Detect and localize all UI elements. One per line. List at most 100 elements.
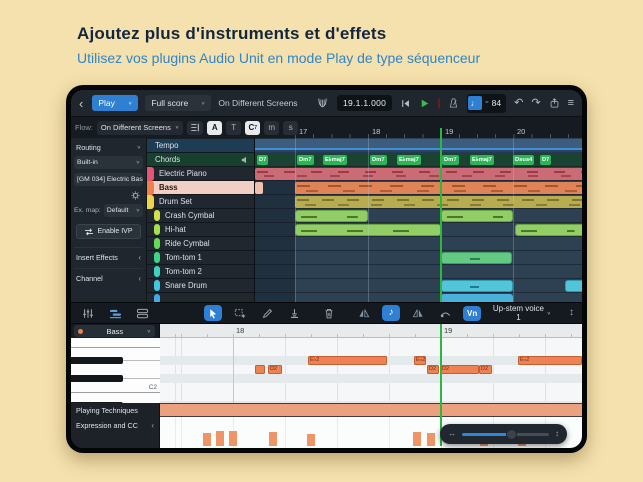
chord-chip[interactable]: Dm7 <box>370 155 387 165</box>
lane-tom-tom-1[interactable] <box>255 251 582 265</box>
velocity-bar[interactable] <box>229 431 237 446</box>
lane-ride-cymbal[interactable] <box>255 237 582 251</box>
track-row-hi-hat[interactable]: Hi-hat <box>147 223 254 237</box>
lane-tempo[interactable] <box>255 139 582 153</box>
region[interactable] <box>295 224 441 236</box>
redo-button[interactable]: ↷ <box>531 98 540 109</box>
playing-techniques-lane[interactable] <box>160 403 582 417</box>
delete-button[interactable] <box>320 305 338 321</box>
lane-chords[interactable]: D7Dm7E♭maj7Dm7E♭maj7Dm7E♭maj7Dsus4D7 <box>255 153 582 167</box>
black-key[interactable] <box>71 375 123 382</box>
expression-header[interactable]: Expression and CC‹ <box>71 417 160 448</box>
lane-tom-tom-2[interactable] <box>255 265 582 279</box>
zoom-slider[interactable] <box>462 433 549 436</box>
region[interactable] <box>565 280 582 292</box>
piano-key[interactable] <box>71 374 160 383</box>
track-row-tom-tom-1[interactable]: Tom-tom 1 <box>147 251 254 265</box>
chord-chip[interactable]: Dm7 <box>297 155 314 165</box>
insert-effects-section[interactable]: Insert Effects‹ <box>74 247 143 266</box>
velocity-bar[interactable] <box>269 432 277 446</box>
notated-durations-button[interactable]: ♪ <box>382 305 400 321</box>
marquee-tool-button[interactable] <box>231 305 249 321</box>
black-key[interactable] <box>71 357 123 364</box>
track-row-tempo[interactable]: Tempo <box>147 139 254 153</box>
chord-chip[interactable]: Dm7 <box>442 155 459 165</box>
midi-note[interactable]: E♭2 <box>308 356 387 365</box>
menu-button[interactable]: ≡ <box>568 98 574 109</box>
midi-note[interactable]: D2 <box>479 365 492 374</box>
midi-note[interactable]: D2 <box>268 365 282 374</box>
key-editor-track-selector[interactable]: Bass ∨ <box>74 325 155 337</box>
piano-key[interactable] <box>71 392 160 401</box>
lane-crash-cymbal[interactable] <box>255 209 582 223</box>
region[interactable] <box>255 168 582 180</box>
lane-bass[interactable] <box>255 181 582 195</box>
mode-selector[interactable]: Play∨ <box>92 95 138 111</box>
tie-tool-button[interactable] <box>436 305 454 321</box>
device-dropdown[interactable]: Built-in∨ <box>74 156 143 169</box>
piano-key[interactable] <box>71 356 160 365</box>
region[interactable] <box>441 210 513 222</box>
piano-key[interactable]: C2 <box>71 383 160 392</box>
velocity-bar[interactable] <box>307 434 315 446</box>
expression-map-dropdown[interactable]: Default∨ <box>104 204 143 217</box>
panel-resize-handle[interactable]: ↕ <box>569 308 574 318</box>
mixer-view-button[interactable] <box>79 305 97 321</box>
tempo-display[interactable]: ♩ = 84 <box>467 94 506 113</box>
track-row-snare-drum[interactable]: Snare Drum <box>147 279 254 293</box>
track-row-tom-tom-2[interactable]: Tom-tom 2 <box>147 265 254 279</box>
speaker-icon[interactable] <box>241 156 249 164</box>
lane-hi-hat[interactable] <box>255 223 582 237</box>
enable-ivp-button[interactable]: Enable IVP <box>76 224 141 239</box>
velocity-bar[interactable] <box>427 433 435 446</box>
select-tool-button[interactable] <box>204 305 222 321</box>
chord-chip[interactable]: D7 <box>540 155 551 165</box>
track-row-drum-set[interactable]: Drum Set <box>147 195 254 209</box>
piano-key[interactable] <box>71 338 160 347</box>
piano-key[interactable] <box>71 365 160 374</box>
velocity-bar[interactable] <box>216 431 224 446</box>
chord-chip[interactable]: E♭maj7 <box>323 155 347 165</box>
patch-dropdown[interactable]: [GM 034] Electric Bass...∨ <box>74 173 143 186</box>
piano-key[interactable] <box>71 347 160 356</box>
midi-note[interactable]: E♭2 <box>518 356 582 365</box>
region[interactable] <box>295 196 582 208</box>
chord-chip[interactable]: Dsus4 <box>513 155 534 165</box>
track-row-chords[interactable]: Chords <box>147 153 254 167</box>
velocity-bar[interactable] <box>413 432 421 446</box>
lane-drum-set[interactable] <box>255 195 582 209</box>
voice-selector[interactable]: Up-stem voice 1∨ <box>490 304 551 322</box>
quarter-note-icon[interactable]: ♩ <box>468 96 482 110</box>
layout-selector[interactable]: Full score∨ <box>145 95 211 111</box>
undo-button[interactable]: ↶ <box>514 98 523 109</box>
midi-note[interactable] <box>255 365 265 374</box>
solo-button[interactable]: s <box>283 121 298 135</box>
track-row-bass[interactable]: Bass <box>147 181 254 195</box>
region[interactable] <box>515 224 582 236</box>
region[interactable] <box>441 294 513 302</box>
zoom-slider-knob[interactable] <box>506 429 517 440</box>
text-toggle[interactable]: T <box>226 121 241 135</box>
piano-roll-view-button[interactable] <box>106 305 124 321</box>
record-button[interactable] <box>438 99 440 108</box>
played-durations-button[interactable] <box>355 305 373 321</box>
midi-note[interactable]: D2 <box>427 365 439 374</box>
chord-chip[interactable]: D7 <box>257 155 268 165</box>
playing-techniques-header[interactable]: Playing Techniques <box>71 403 160 417</box>
track-row-electric-piano[interactable]: Electric Piano <box>147 167 254 181</box>
track-row-ride-cymbal[interactable]: Ride Cymbal <box>147 237 254 251</box>
region[interactable] <box>255 182 263 194</box>
lane-partial[interactable] <box>255 293 582 302</box>
plugin-settings-button[interactable] <box>130 190 141 201</box>
go-to-start-button[interactable] <box>400 98 411 109</box>
piano-roll[interactable]: D2E♭2E♭2D2D2D2E♭2 <box>160 338 582 403</box>
sequencer-ruler[interactable]: 17181920 <box>255 117 582 138</box>
key-editor-ruler[interactable]: 1819 <box>160 324 582 338</box>
velocity-display-button[interactable] <box>409 305 427 321</box>
channel-section[interactable]: Channel‹ <box>74 268 143 287</box>
back-button[interactable]: ‹ <box>79 97 83 110</box>
velocity-bar[interactable] <box>203 433 211 446</box>
track-display-options-icon[interactable] <box>187 121 203 135</box>
routing-section-header[interactable]: Routing∨ <box>74 141 143 156</box>
lane-electric-piano[interactable] <box>255 167 582 181</box>
